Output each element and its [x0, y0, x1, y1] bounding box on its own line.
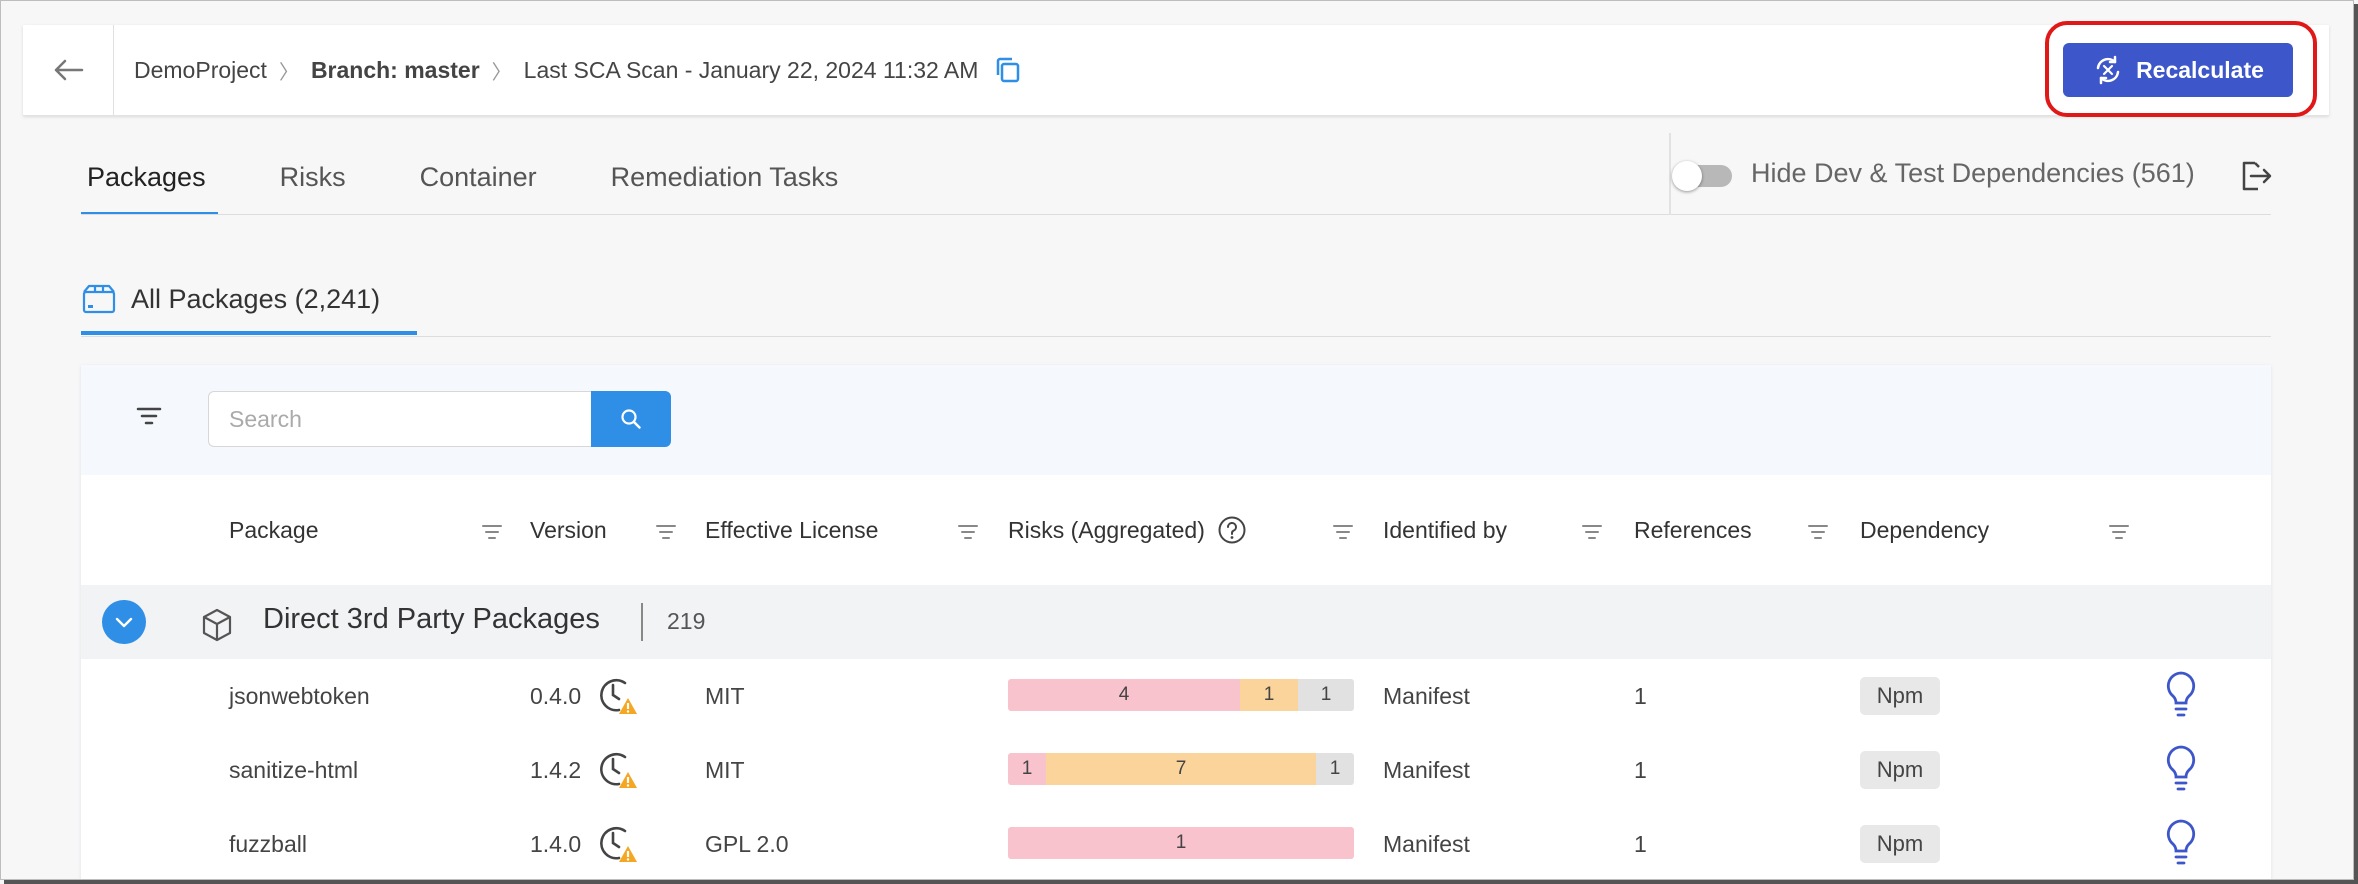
chevron-right-icon: 〉	[278, 61, 299, 84]
tab-remediation-tasks[interactable]: Remediation Tasks	[605, 141, 845, 213]
references: 1	[1634, 682, 1647, 709]
recalculate-icon	[2096, 55, 2120, 85]
back-button[interactable]	[23, 25, 114, 115]
identified-by: Manifest	[1383, 756, 1470, 783]
dependency-badge: Npm	[1860, 751, 1940, 789]
search-button[interactable]	[591, 391, 671, 447]
column-header-package[interactable]: Package	[229, 475, 319, 585]
risk-bar: 1 7 1	[1008, 753, 1354, 785]
risk-bar: 4 1 1	[1008, 679, 1354, 711]
license: MIT	[705, 756, 745, 783]
risk-high: 1	[1008, 753, 1046, 785]
hide-dev-toggle[interactable]	[1672, 161, 1735, 191]
breadcrumb-project[interactable]: DemoProject	[134, 57, 267, 84]
package-name[interactable]: sanitize-html	[229, 733, 358, 807]
group-divider	[641, 603, 643, 641]
column-header-identified-by[interactable]: Identified by	[1383, 475, 1507, 585]
lightbulb-icon[interactable]	[2161, 743, 2201, 793]
group-title: Direct 3rd Party Packages	[263, 603, 600, 635]
table-row[interactable]: sanitize-html 1.4.2 MIT 1 7 1 Manifest 1…	[81, 733, 2271, 808]
package-version: 0.4.0	[530, 659, 639, 733]
recalculate-button[interactable]: Recalculate	[2063, 43, 2293, 97]
packages-table-card: Package Version Effective License Risks …	[81, 365, 2271, 879]
column-filter-icon[interactable]	[481, 520, 503, 547]
breadcrumb-scan: Last SCA Scan - January 22, 2024 11:32 A…	[523, 56, 979, 83]
version-label: 1.4.2	[530, 756, 582, 783]
toggle-knob	[1672, 161, 1702, 191]
cube-icon	[202, 608, 232, 642]
export-icon[interactable]	[2239, 159, 2273, 196]
license: MIT	[705, 682, 745, 709]
identified-by: Manifest	[1383, 682, 1470, 709]
main-tabs: Packages Risks Container Remediation Tas…	[81, 141, 906, 215]
arrow-left-icon	[54, 59, 84, 81]
lightbulb-icon[interactable]	[2161, 669, 2201, 719]
app-frame: DemoProject 〉 Branch: master 〉 Last SCA …	[0, 0, 2354, 880]
subtab-divider	[81, 336, 2271, 337]
column-header-license[interactable]: Effective License	[705, 475, 878, 585]
column-filter-icon[interactable]	[2108, 520, 2130, 547]
package-name[interactable]: jsonwebtoken	[229, 659, 370, 733]
table-toolbar	[81, 365, 2271, 475]
risk-medium: 1	[1240, 679, 1298, 711]
risk-bar: 1	[1008, 827, 1354, 859]
outdated-clock-warning-icon[interactable]	[595, 748, 639, 792]
vertical-divider	[1669, 133, 1671, 215]
group-count: 219	[667, 608, 706, 634]
search-input[interactable]	[208, 391, 591, 447]
expand-group-button[interactable]	[102, 600, 146, 644]
version-label: 0.4.0	[530, 682, 582, 709]
tab-risks[interactable]: Risks	[274, 141, 352, 213]
column-filter-icon[interactable]	[957, 520, 979, 547]
license: GPL 2.0	[705, 830, 789, 857]
filter-icon[interactable]	[136, 405, 162, 432]
copy-icon[interactable]	[994, 56, 1022, 84]
dependency-badge: Npm	[1860, 825, 1940, 863]
version-label: 1.4.0	[530, 830, 582, 857]
references: 1	[1634, 756, 1647, 783]
outdated-clock-warning-icon[interactable]	[595, 674, 639, 718]
package-version: 1.4.0	[530, 807, 639, 879]
tab-packages[interactable]: Packages	[81, 141, 218, 215]
subtab-all-packages[interactable]: All Packages (2,241)	[81, 263, 417, 335]
table-row[interactable]: fuzzball 1.4.0 GPL 2.0 1 Manifest 1 Npm	[81, 807, 2271, 879]
identified-by: Manifest	[1383, 830, 1470, 857]
hide-dev-label: Hide Dev & Test Dependencies (561)	[1751, 158, 2195, 188]
top-header: DemoProject 〉 Branch: master 〉 Last SCA …	[23, 25, 2329, 116]
references: 1	[1634, 830, 1647, 857]
dependency-badge: Npm	[1860, 677, 1940, 715]
chevron-right-icon: 〉	[491, 61, 512, 84]
tabs-divider	[81, 214, 2271, 215]
column-header-risks[interactable]: Risks (Aggregated)	[1008, 475, 1247, 585]
breadcrumb-branch[interactable]: Branch: master	[311, 57, 480, 84]
lightbulb-icon[interactable]	[2161, 817, 2201, 867]
risk-low: 1	[1316, 753, 1354, 785]
subtab-label: All Packages (2,241)	[131, 283, 381, 314]
help-icon[interactable]	[1217, 515, 1247, 545]
column-filter-icon[interactable]	[655, 520, 677, 547]
chevron-down-icon	[115, 617, 133, 628]
column-header-version[interactable]: Version	[530, 475, 607, 585]
breadcrumb: DemoProject 〉 Branch: master 〉 Last SCA …	[134, 25, 1022, 115]
risk-medium: 7	[1046, 753, 1316, 785]
package-version: 1.4.2	[530, 733, 639, 807]
package-box-icon	[82, 284, 116, 314]
column-filter-icon[interactable]	[1332, 520, 1354, 547]
table-header: Package Version Effective License Risks …	[81, 475, 2271, 585]
package-name[interactable]: fuzzball	[229, 807, 307, 879]
outdated-clock-warning-icon[interactable]	[595, 822, 639, 866]
column-filter-icon[interactable]	[1807, 520, 1829, 547]
search-icon	[621, 409, 641, 429]
group-row-direct-packages: Direct 3rd Party Packages 219	[81, 585, 2271, 659]
risk-high: 1	[1008, 827, 1354, 859]
risk-low: 1	[1298, 679, 1354, 711]
table-row[interactable]: jsonwebtoken 0.4.0 MIT 4 1 1 Manifest 1 …	[81, 659, 2271, 734]
column-filter-icon[interactable]	[1581, 520, 1603, 547]
column-header-dependency[interactable]: Dependency	[1860, 475, 1989, 585]
column-header-references[interactable]: References	[1634, 475, 1752, 585]
risks-header-label: Risks (Aggregated)	[1008, 516, 1205, 543]
risk-high: 4	[1008, 679, 1240, 711]
tab-container[interactable]: Container	[414, 141, 543, 213]
recalculate-label: Recalculate	[2136, 56, 2264, 83]
